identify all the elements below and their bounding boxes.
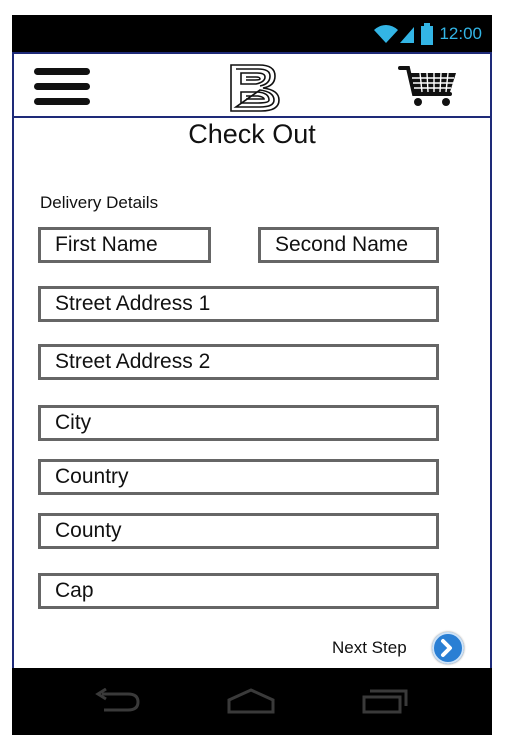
signal-icon: [400, 27, 415, 43]
system-nav-bar: [12, 668, 492, 735]
back-icon[interactable]: [92, 688, 142, 714]
brand-logo-b: [230, 64, 280, 112]
street-address-1-field[interactable]: Street Address 1: [38, 286, 439, 322]
page-title: Check Out: [188, 119, 316, 149]
section-label-delivery: Delivery Details: [40, 193, 159, 212]
cap-field[interactable]: Cap: [38, 573, 439, 609]
status-icons: 12:00: [373, 23, 482, 45]
next-step-label: Next Step: [332, 638, 407, 657]
screen-border-left: [12, 116, 14, 668]
app-bar: [12, 52, 492, 118]
county-field[interactable]: County: [38, 513, 439, 549]
screen-border-right: [490, 116, 492, 668]
street-address-2-field[interactable]: Street Address 2: [38, 344, 439, 380]
next-step-button[interactable]: Next Step: [332, 630, 472, 664]
first-name-field[interactable]: First Name: [38, 227, 211, 263]
phone-frame: 12:00 Check Out Delivery Details First N…: [12, 15, 492, 735]
wifi-icon: [374, 25, 399, 43]
status-time: 12:00: [439, 24, 482, 43]
recent-apps-icon[interactable]: [360, 688, 410, 714]
status-bar: 12:00: [12, 15, 492, 52]
city-field[interactable]: City: [38, 405, 439, 441]
home-icon[interactable]: [226, 688, 276, 714]
shopping-cart-icon[interactable]: [398, 64, 460, 108]
country-field[interactable]: Country: [38, 459, 439, 495]
chevron-right-circle-icon[interactable]: [432, 632, 464, 664]
second-name-field[interactable]: Second Name: [258, 227, 439, 263]
menu-icon[interactable]: [34, 68, 90, 106]
battery-icon: [421, 23, 434, 45]
